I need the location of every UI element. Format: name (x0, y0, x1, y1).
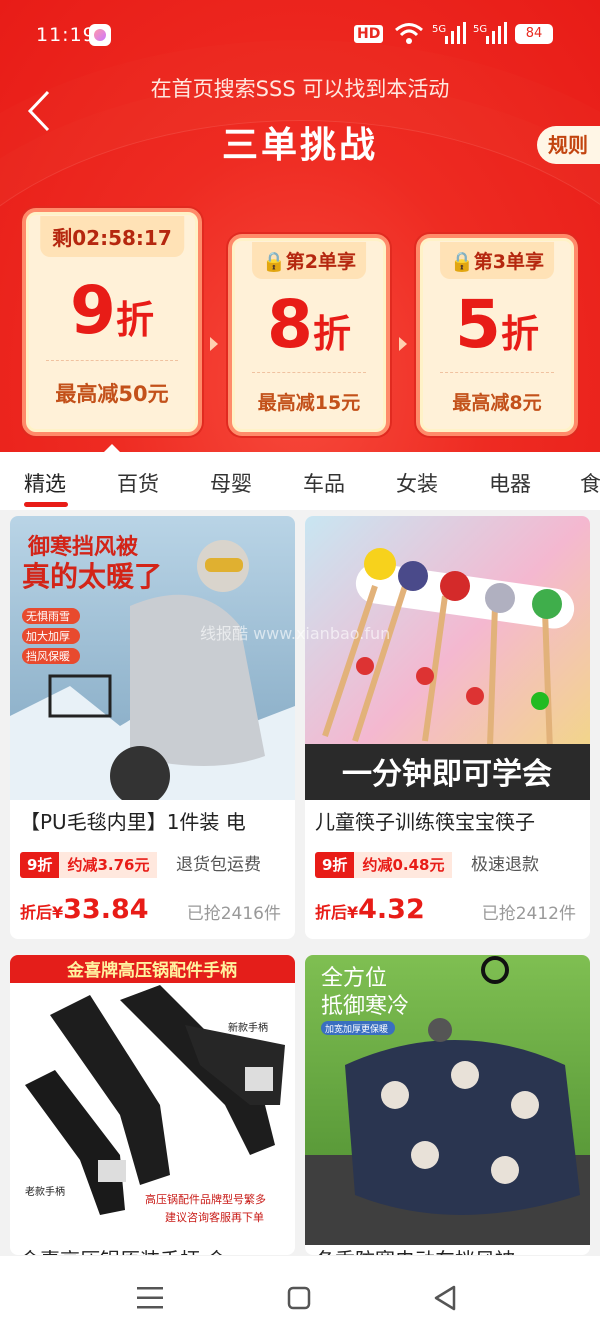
product-card[interactable]: 全方位 抵御寒冷 加宽加厚更保暖 冬季防寒电动车挡风被 (305, 955, 590, 1255)
svg-text:建议咨询客服再下单: 建议咨询客服再下单 (165, 1210, 264, 1224)
unlock-label: 🔒第3单享 (440, 242, 554, 279)
lock-icon: 🔒 (450, 251, 474, 273)
tab-women[interactable]: 女装 (396, 468, 438, 498)
svg-text:真的太暖了: 真的太暖了 (22, 560, 162, 593)
tab-baby[interactable]: 母婴 (210, 468, 252, 498)
menu-icon[interactable] (137, 1286, 163, 1310)
discount-card-2[interactable]: 🔒第2单享 8折 最高减15元 (228, 234, 390, 436)
unlock-label: 🔒第2单享 (252, 242, 366, 279)
product-image: 一分钟即可学会 (305, 516, 590, 800)
sold-count: 已抢2412件 (481, 904, 576, 924)
discount-value: 8折 (267, 286, 351, 363)
clock: 11:19 (36, 24, 96, 46)
divider (440, 372, 554, 373)
svg-text:5G: 5G (432, 24, 446, 35)
svg-text:一分钟即可学会: 一分钟即可学会 (342, 757, 552, 792)
final-price: 折后¥33.84 (20, 894, 149, 925)
active-tab-indicator (24, 502, 68, 507)
tab-general[interactable]: 百货 (117, 468, 159, 498)
max-saving: 最高减15元 (257, 392, 361, 414)
discount-value: 9折 (70, 272, 154, 349)
wifi-icon (395, 23, 423, 44)
final-price: 折后¥4.32 (315, 894, 425, 925)
discount-value: 5折 (455, 286, 539, 363)
product-image: 御寒挡风被 真的太暖了 无惧雨雪 加大加厚 挡风保暖 (10, 516, 295, 800)
svg-text:御寒挡风被: 御寒挡风被 (27, 534, 139, 560)
lock-icon: 🔒 (262, 251, 286, 273)
divider (46, 360, 178, 361)
divider (252, 372, 366, 373)
discount-card-3[interactable]: 🔒第3单享 5折 最高减8元 (416, 234, 578, 436)
svg-text:5G: 5G (473, 24, 487, 35)
hd-icon: HD (354, 25, 384, 43)
tab-featured[interactable]: 精选 (24, 468, 66, 498)
product-image: 全方位 抵御寒冷 加宽加厚更保暖 (305, 955, 590, 1245)
product-card[interactable]: 一分钟即可学会 儿童筷子训练筷宝宝筷子 9折 约减0.48元 极速退款 折后¥4.… (305, 516, 590, 939)
arrow-icon (210, 337, 218, 351)
svg-text:老款手柄: 老款手柄 (25, 1185, 65, 1198)
tab-appliances[interactable]: 电器 (489, 468, 531, 498)
back-icon[interactable] (433, 1285, 457, 1311)
discount-card-1[interactable]: 剩02:58:17 9折 最高减50元 (22, 208, 202, 436)
category-tabs: 精选 百货 母婴 车品 女装 电器 食 (0, 452, 600, 510)
product-card[interactable]: 金喜牌高压锅配件手柄 新款手柄 老款手柄 高压锅配件品牌型号繁多 建议咨询客服再… (10, 955, 295, 1255)
promo-header: 11:19 HD 5G 5G 84 在首页搜索SSS 可以找到本活动 三单挑战 … (0, 0, 600, 452)
svg-text:加大加厚: 加大加厚 (26, 629, 70, 643)
discount-badge: 9折 约减0.48元 (315, 852, 453, 878)
rules-button[interactable]: 规则 (537, 126, 600, 164)
screen: 11:19 HD 5G 5G 84 在首页搜索SSS 可以找到本活动 三单挑战 … (0, 0, 600, 1340)
battery-icon: 84 (515, 24, 553, 44)
countdown-timer: 剩02:58:17 (40, 216, 184, 257)
product-image: 金喜牌高压锅配件手柄 新款手柄 老款手柄 高压锅配件品牌型号繁多 建议咨询客服再… (10, 955, 295, 1245)
watermark: 线报酷 www.xianbao.fun (200, 624, 391, 643)
max-saving: 最高减8元 (452, 392, 542, 414)
service-tag: 极速退款 (471, 855, 539, 875)
product-title: 冬季防寒电动车挡风被 (315, 1244, 585, 1255)
tab-food[interactable]: 食 (580, 468, 600, 498)
home-icon[interactable] (287, 1286, 311, 1310)
status-bar: 11:19 HD 5G 5G 84 (0, 0, 600, 66)
svg-text:新款手柄: 新款手柄 (228, 1021, 268, 1034)
svg-text:高压锅配件品牌型号繁多: 高压锅配件品牌型号繁多 (145, 1192, 266, 1206)
sold-count: 已抢2416件 (186, 904, 281, 924)
tab-pointer (104, 444, 120, 452)
svg-text:抵御寒冷: 抵御寒冷 (321, 994, 409, 1019)
arrow-icon (399, 337, 407, 351)
search-hint: 在首页搜索SSS 可以找到本活动 (150, 77, 450, 101)
svg-text:无惧雨雪: 无惧雨雪 (26, 609, 70, 623)
tab-car[interactable]: 车品 (303, 468, 345, 498)
product-title: 【PU毛毯内里】1件装 电 (20, 810, 246, 834)
svg-text:全方位: 全方位 (321, 966, 387, 991)
svg-text:挡风保暖: 挡风保暖 (26, 649, 70, 663)
product-title: 金喜高压锅原装手柄 金 (20, 1244, 290, 1255)
signal-icon-2: 5G (473, 22, 507, 44)
svg-text:金喜牌高压锅配件手柄: 金喜牌高压锅配件手柄 (66, 960, 237, 981)
app-notification-icon (89, 24, 111, 46)
system-nav-bar (0, 1256, 600, 1340)
page-title: 三单挑战 (221, 125, 378, 166)
product-title: 儿童筷子训练筷宝宝筷子 (315, 810, 535, 834)
svg-text:加宽加厚更保暖: 加宽加厚更保暖 (325, 1023, 388, 1035)
max-saving: 最高减50元 (55, 382, 169, 406)
service-tag: 退货包运费 (176, 855, 261, 875)
discount-badge: 9折 约减3.76元 (20, 852, 158, 878)
signal-icon: 5G (432, 22, 466, 44)
product-card[interactable]: 御寒挡风被 真的太暖了 无惧雨雪 加大加厚 挡风保暖 【PU毛毯内里】1件装 电… (10, 516, 295, 939)
